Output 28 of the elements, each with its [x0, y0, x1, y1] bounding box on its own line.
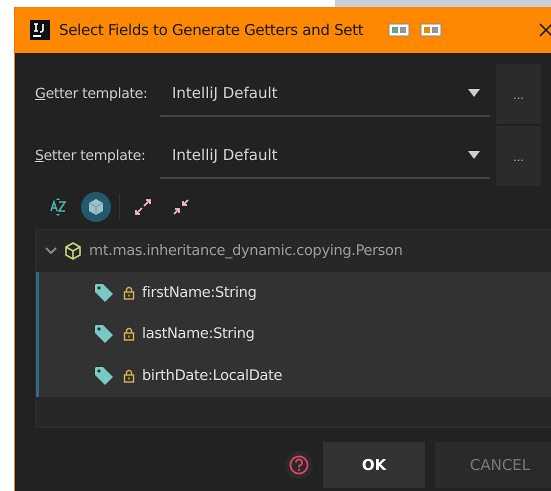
ok-button[interactable]: OK [323, 442, 425, 488]
cube-icon[interactable] [81, 192, 111, 222]
cube-icon [64, 242, 82, 260]
field-item[interactable]: firstName:String [36, 272, 551, 314]
tag-icon [94, 366, 116, 386]
field-item[interactable]: lastName:String [36, 314, 551, 355]
chevron-icon[interactable] [45, 246, 57, 256]
tag-icon [94, 282, 116, 303]
lock-icon [123, 327, 135, 342]
app-logo-icon [30, 20, 50, 40]
browse-button[interactable]: ... [496, 126, 541, 186]
lock-icon [123, 286, 135, 300]
window-tool-icon[interactable] [420, 23, 442, 37]
template-dropdown[interactable]: IntelliJ Default [160, 71, 490, 117]
caret-icon [468, 150, 480, 160]
lock-icon [123, 368, 135, 383]
template-dropdown[interactable]: IntelliJ Default [160, 133, 490, 179]
browse-button[interactable]: ... [496, 64, 541, 124]
tag-icon [94, 324, 116, 344]
class-name: mt.mas.inheritance_dynamic.copying.Person [89, 243, 402, 259]
template-label: Setter template: [35, 148, 146, 164]
help-icon[interactable] [285, 451, 313, 479]
window-title: Select Fields to Generate Getters and Sett [59, 21, 364, 39]
template-label: Getter template: [35, 86, 148, 102]
caret-icon [468, 88, 480, 98]
close-icon[interactable] [538, 22, 551, 38]
window-tool-icon[interactable] [388, 23, 410, 37]
field-item[interactable]: birthDate:LocalDate [36, 355, 551, 396]
